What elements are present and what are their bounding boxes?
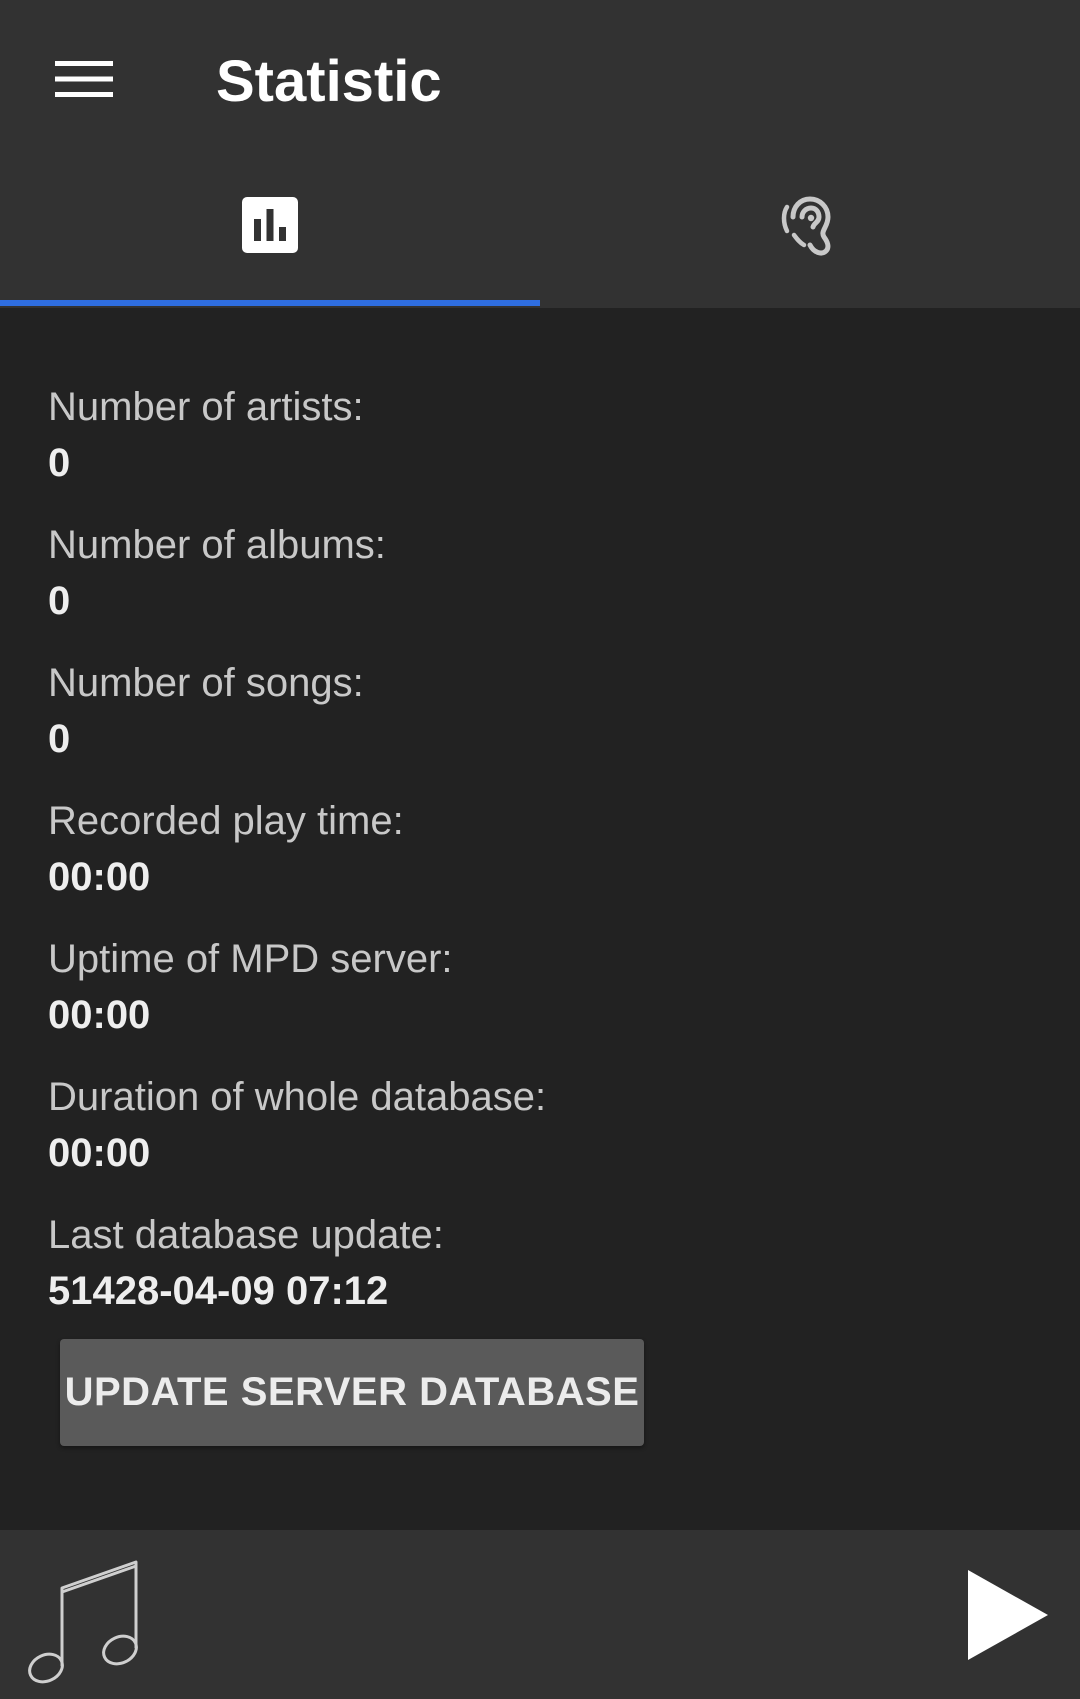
player-bar[interactable] [0, 1530, 1080, 1699]
stat-play-time: Recorded play time: 00:00 [48, 795, 404, 907]
ear-listening-icon [781, 196, 831, 256]
hamburger-menu-icon [55, 61, 113, 97]
stat-value: 51428-04-09 07:12 [48, 1269, 389, 1313]
stat-label: Recorded play time: [48, 799, 404, 843]
stat-value: 00:00 [48, 993, 151, 1037]
selected-tab-indicator [0, 300, 540, 306]
stat-albums: Number of albums: 0 [48, 519, 386, 631]
bar-chart-icon [242, 197, 298, 253]
stat-value: 00:00 [48, 855, 151, 899]
page-title: Statistic [216, 49, 442, 114]
stat-label: Number of songs: [48, 661, 364, 705]
stat-value: 0 [48, 579, 71, 623]
stat-uptime: Uptime of MPD server: 00:00 [48, 933, 453, 1045]
tab-now-listening[interactable] [540, 160, 1080, 308]
stat-last-update: Last database update: 51428-04-09 07:12 [48, 1209, 444, 1321]
stat-label: Duration of whole database: [48, 1075, 547, 1119]
play-icon[interactable] [968, 1570, 1048, 1660]
music-note-icon [28, 1560, 138, 1684]
menu-button[interactable] [40, 44, 128, 114]
stat-label: Last database update: [48, 1213, 444, 1257]
stat-label: Number of artists: [48, 385, 364, 429]
stat-value: 0 [48, 717, 71, 761]
app-bar: Statistic [0, 0, 1080, 308]
stat-label: Number of albums: [48, 523, 386, 567]
tab-statistics[interactable] [0, 160, 540, 308]
stat-value: 00:00 [48, 1131, 151, 1175]
stat-value: 0 [48, 441, 71, 485]
tab-bar [0, 160, 1080, 308]
stat-artists: Number of artists: 0 [48, 381, 364, 493]
stat-songs: Number of songs: 0 [48, 657, 364, 769]
stat-db-duration: Duration of whole database: 00:00 [48, 1071, 546, 1183]
update-database-button[interactable]: UPDATE SERVER DATABASE [60, 1339, 644, 1446]
stat-label: Uptime of MPD server: [48, 937, 453, 981]
